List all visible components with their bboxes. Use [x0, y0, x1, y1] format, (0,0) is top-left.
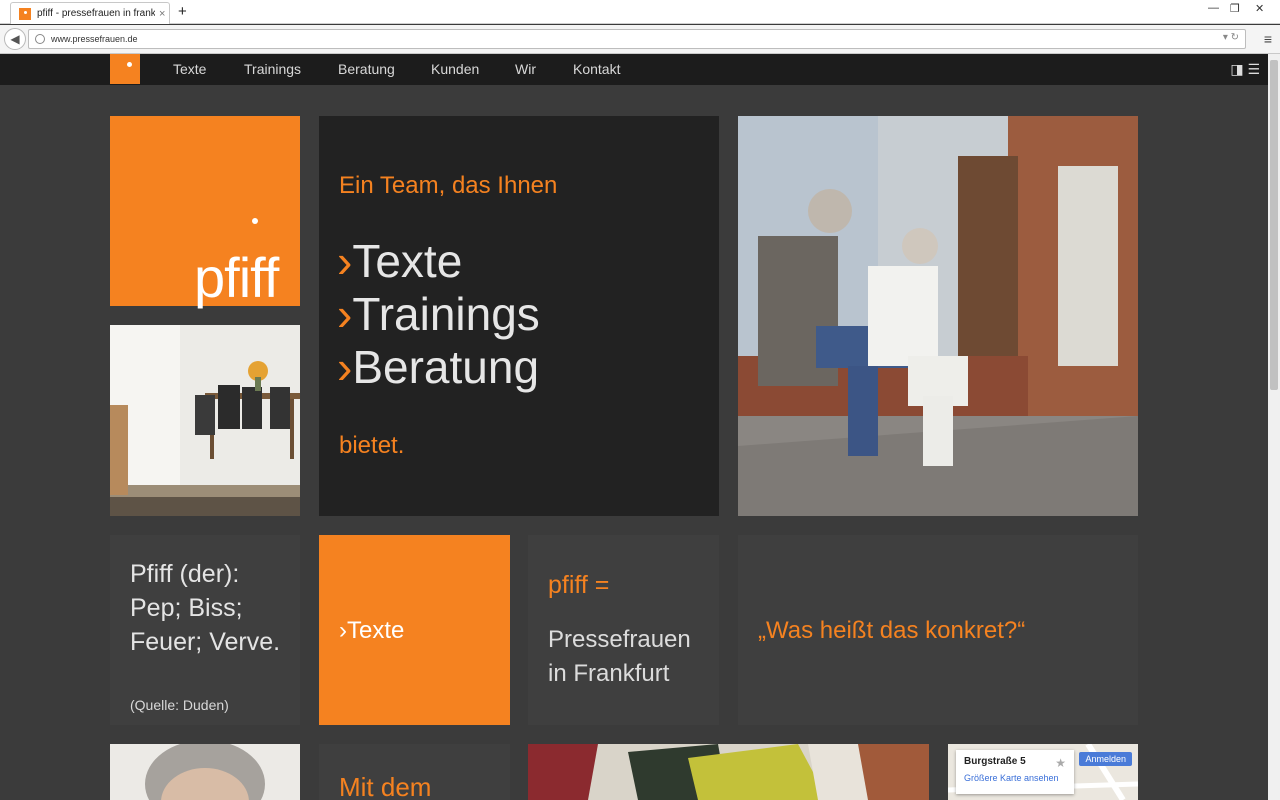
texte-link-tile[interactable]: ›Texte: [319, 535, 510, 725]
service-label: Beratung: [352, 341, 540, 393]
browser-tab[interactable]: pfiff - pressefrauen in frank... ×: [10, 2, 170, 24]
new-tab-button[interactable]: +: [178, 3, 187, 20]
close-window-button[interactable]: ✕: [1255, 2, 1264, 15]
hero-services-tile: Ein Team, das Ihnen ›Texte ›Trainings ›B…: [319, 116, 719, 516]
map-login-button[interactable]: Anmelden: [1079, 752, 1132, 766]
service-link-trainings[interactable]: ›Trainings: [337, 287, 540, 341]
service-label: Trainings: [352, 288, 540, 340]
chevron-right-icon: ›: [337, 235, 353, 287]
duden-line: Feuer; Verve.: [130, 628, 281, 656]
minimize-button[interactable]: —: [1208, 2, 1219, 14]
scrollbar-thumb[interactable]: [1270, 60, 1278, 390]
map-info-card: Burgstraße 5 Größere Karte ansehen ★: [956, 750, 1074, 794]
tab-title: pfiff - pressefrauen in frank...: [37, 8, 155, 19]
pf-line: in Frankfurt: [548, 660, 670, 687]
duden-line: Pep; Biss;: [130, 594, 243, 622]
portrait-photo: [110, 744, 300, 800]
address-bar: ◀ www.pressefrauen.de ▾ ↻ ≡: [0, 25, 1280, 54]
pfiff-equals: pfiff =: [548, 571, 610, 599]
restore-button[interactable]: ❐: [1230, 2, 1240, 15]
pfiff-logo-tile: pfiff: [110, 116, 300, 306]
map-larger-link[interactable]: Größere Karte ansehen: [964, 773, 1066, 783]
nav-item-beratung[interactable]: Beratung: [338, 61, 395, 77]
service-link-beratung[interactable]: ›Beratung: [337, 340, 539, 394]
publications-photo: [528, 744, 929, 800]
logo-dot: [252, 218, 258, 224]
duden-definition-tile: Pfiff (der): Pep; Biss; Feuer; Verve. (Q…: [110, 535, 300, 725]
hamburger-menu-icon[interactable]: ≡: [1264, 31, 1272, 47]
site-logo[interactable]: [110, 54, 140, 84]
hero-closing: bietet.: [339, 432, 405, 459]
map-street: Burgstraße 5: [964, 756, 1026, 767]
pressefrauen-tile: pfiff = Pressefrauen in Frankfurt: [528, 535, 719, 725]
duden-definition: Pfiff (der): Pep; Biss; Feuer; Verve.: [130, 557, 280, 659]
globe-icon: [35, 34, 45, 44]
pf-line: Pressefrauen: [548, 626, 691, 653]
url-text: www.pressefrauen.de: [51, 34, 138, 44]
chevron-right-icon: ›: [337, 288, 353, 340]
site-navigation: Texte Trainings Beratung Kunden Wir Kont…: [0, 54, 1268, 85]
map-tile[interactable]: Burgstraße 5 Größere Karte ansehen ★ Anm…: [948, 744, 1138, 800]
mit-dem-tile: Mit dem: [319, 744, 510, 800]
nav-item-texte[interactable]: Texte: [173, 61, 206, 77]
service-label: Texte: [352, 235, 463, 287]
favicon-icon: [19, 7, 31, 20]
pfiff-logo-text: pfiff: [194, 246, 279, 309]
quote-text: „Was heißt das konkret?“: [758, 617, 1026, 644]
mit-dem-heading: Mit dem: [339, 772, 432, 800]
nav-menu-icon[interactable]: ◨ ☰: [1230, 61, 1260, 78]
pressefrauen-text: Pressefrauen in Frankfurt: [548, 623, 691, 691]
page-scrollbar[interactable]: [1268, 54, 1280, 800]
quote-tile: „Was heißt das konkret?“: [738, 535, 1138, 725]
nav-item-trainings[interactable]: Trainings: [244, 61, 301, 77]
team-photo: [738, 116, 1138, 516]
url-input[interactable]: www.pressefrauen.de ▾ ↻: [28, 29, 1246, 49]
close-tab-icon[interactable]: ×: [159, 8, 165, 20]
arrow-left-icon: ◀: [10, 32, 20, 46]
back-button[interactable]: ◀: [4, 28, 26, 50]
texte-link[interactable]: ›Texte: [339, 617, 404, 645]
service-link-texte[interactable]: ›Texte: [337, 234, 462, 288]
browser-tab-bar: pfiff - pressefrauen in frank... × + — ❐…: [0, 0, 1280, 24]
star-icon[interactable]: ★: [1055, 756, 1066, 770]
hero-heading: Ein Team, das Ihnen: [339, 172, 558, 199]
chevron-right-icon: ›: [337, 341, 353, 393]
nav-item-kontakt[interactable]: Kontakt: [573, 61, 620, 77]
duden-line: Pfiff (der):: [130, 560, 240, 588]
nav-item-kunden[interactable]: Kunden: [431, 61, 479, 77]
nav-item-wir[interactable]: Wir: [515, 61, 536, 77]
duden-source: (Quelle: Duden): [130, 697, 229, 713]
interior-photo: [110, 325, 300, 516]
reload-icon[interactable]: ▾ ↻: [1223, 32, 1239, 43]
